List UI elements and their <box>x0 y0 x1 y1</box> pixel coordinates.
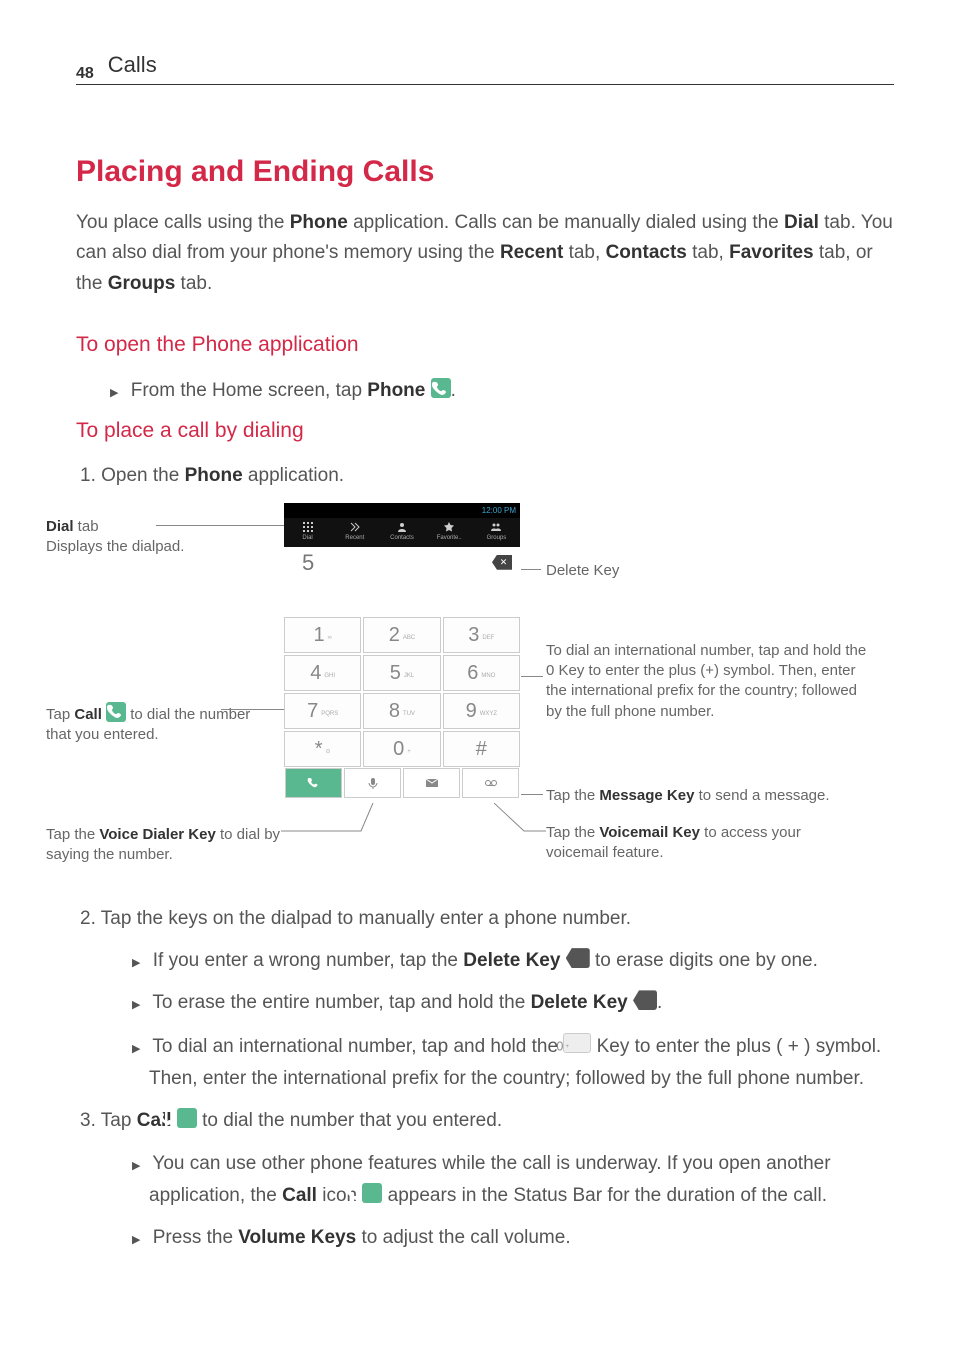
subheading-place-call: To place a call by dialing <box>76 415 894 447</box>
voice-dialer-button[interactable] <box>344 768 401 798</box>
step-2c: ▶ To dial an international number, tap a… <box>132 1030 894 1096</box>
tab-contacts[interactable]: Contacts <box>378 518 425 547</box>
page-title: Placing and Ending Calls <box>76 149 894 194</box>
step-open-phone: ▶ From the Home screen, tap Phone . <box>110 375 894 407</box>
key-8[interactable]: 8TUV <box>363 693 440 729</box>
tab-dial[interactable]: Dial <box>284 518 331 547</box>
key-star[interactable]: *⊙ <box>284 731 361 767</box>
tab-favorite[interactable]: Favorite.. <box>426 518 473 547</box>
zero-key-icon: 0+ <box>563 1033 591 1053</box>
step-2a: ▶ If you enter a wrong number, tap the D… <box>132 945 894 977</box>
svg-text:0: 0 <box>557 1039 564 1053</box>
callout-international: To dial an international number, tap and… <box>546 641 876 722</box>
callout-message-key: Tap the Message Key to send a message. <box>546 786 886 806</box>
tab-row: Dial Recent Contacts Favorite.. Groups <box>284 518 520 547</box>
page-section-title: Calls <box>108 48 157 81</box>
key-3[interactable]: 3DEF <box>443 617 520 653</box>
key-2[interactable]: 2ABC <box>363 617 440 653</box>
callout-call: Tap Call to dial the number that you ent… <box>46 699 276 746</box>
callout-voicemail-key: Tap the Voicemail Key to access your voi… <box>546 823 866 864</box>
step-2: 2. Tap the keys on the dialpad to manual… <box>80 903 894 935</box>
page-header: 48 Calls <box>76 48 894 85</box>
step-2b: ▶ To erase the entire number, tap and ho… <box>132 987 894 1019</box>
tab-recent[interactable]: Recent <box>331 518 378 547</box>
call-button[interactable] <box>285 768 342 798</box>
voicemail-button[interactable] <box>462 768 519 798</box>
triangle-bullet-icon: ▶ <box>132 1234 140 1246</box>
status-bar: 12:00 PM <box>284 503 520 518</box>
callout-voice-dialer: Tap the Voice Dialer Key to dial by sayi… <box>46 825 281 866</box>
phone-app-icon <box>431 378 451 398</box>
svg-text:+: + <box>566 1042 570 1049</box>
intro-paragraph: You place calls using the Phone applicat… <box>76 208 894 299</box>
delete-key-button[interactable]: ✕ <box>492 555 512 570</box>
subheading-open-app: To open the Phone application <box>76 329 894 361</box>
key-hash[interactable]: # <box>443 731 520 767</box>
triangle-bullet-icon: ▶ <box>110 387 118 399</box>
key-0[interactable]: 0+ <box>363 731 440 767</box>
dialpad: 1∞ 2ABC 3DEF 4GHI 5JKL 6MNO 7PQRS 8TUV 9… <box>284 617 520 767</box>
step-3b: ▶ Press the Volume Keys to adjust the ca… <box>132 1222 894 1254</box>
step-1: 1. Open the Phone application. <box>80 460 894 492</box>
message-button[interactable] <box>403 768 460 798</box>
triangle-bullet-icon: ▶ <box>132 957 140 969</box>
key-4[interactable]: 4GHI <box>284 655 361 691</box>
key-9[interactable]: 9WXYZ <box>443 693 520 729</box>
call-icon <box>177 1108 197 1128</box>
triangle-bullet-icon: ▶ <box>132 1160 140 1172</box>
key-7[interactable]: 7PQRS <box>284 693 361 729</box>
key-6[interactable]: 6MNO <box>443 655 520 691</box>
key-5[interactable]: 5JKL <box>363 655 440 691</box>
step-3: 3. Tap Call to dial the number that you … <box>80 1105 894 1137</box>
bottom-action-row <box>284 767 520 799</box>
tab-groups[interactable]: Groups <box>473 518 520 547</box>
triangle-bullet-icon: ▶ <box>132 999 140 1011</box>
step-3a: ▶ You can use other phone features while… <box>132 1148 894 1213</box>
callout-delete-key: Delete Key <box>546 561 619 581</box>
page-number: 48 <box>76 62 94 86</box>
key-1[interactable]: 1∞ <box>284 617 361 653</box>
delete-key-icon: ✕ <box>633 990 657 1010</box>
call-status-icon <box>362 1183 382 1203</box>
number-display: 5 ✕ <box>284 547 520 579</box>
phone-screenshot: 12:00 PM Dial Recent Contacts Favorite..… <box>284 503 520 799</box>
callout-dial-tab: Dial tab Displays the dialpad. <box>46 517 226 558</box>
delete-key-icon: ✕ <box>566 948 590 968</box>
call-icon <box>106 702 126 722</box>
entered-number: 5 <box>302 546 314 579</box>
phone-diagram: 12:00 PM Dial Recent Contacts Favorite..… <box>76 503 894 883</box>
triangle-bullet-icon: ▶ <box>132 1043 140 1055</box>
